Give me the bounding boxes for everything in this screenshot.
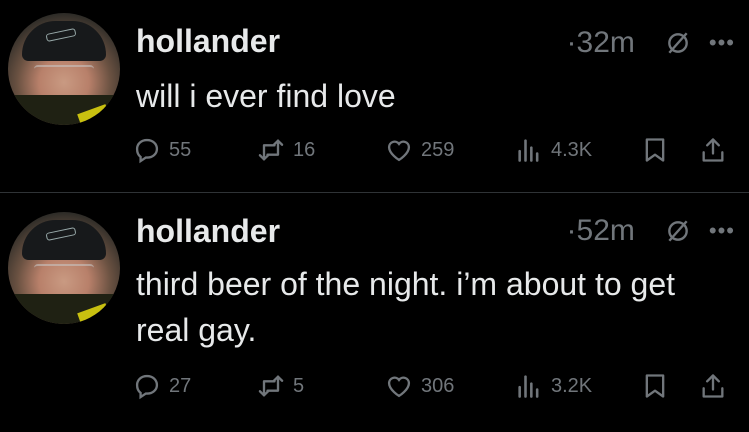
like-count: 306 bbox=[421, 374, 455, 397]
author-name[interactable]: hollander bbox=[136, 23, 280, 60]
tweet-actions: 27 5 306 3.2K bbox=[133, 372, 733, 404]
reply-count: 55 bbox=[169, 138, 192, 161]
like-button[interactable]: 259 bbox=[385, 136, 454, 164]
reply-count: 27 bbox=[169, 374, 192, 397]
author-name[interactable]: hollander bbox=[136, 213, 280, 250]
views-button[interactable]: 4.3K bbox=[515, 136, 592, 164]
views-count: 4.3K bbox=[551, 138, 593, 161]
reply-icon bbox=[135, 374, 159, 400]
grok-icon[interactable] bbox=[665, 218, 691, 244]
like-count: 259 bbox=[421, 138, 455, 161]
like-button[interactable]: 306 bbox=[385, 372, 454, 400]
tweet-text: will i ever find love bbox=[136, 78, 396, 114]
bookmark-button[interactable] bbox=[641, 136, 669, 164]
retweet-count: 16 bbox=[293, 138, 316, 161]
share-icon bbox=[702, 374, 724, 398]
retweet-button[interactable]: 16 bbox=[257, 136, 315, 164]
views-icon bbox=[518, 139, 539, 162]
reply-icon bbox=[135, 138, 159, 164]
retweet-button[interactable]: 5 bbox=[257, 372, 304, 400]
retweet-icon bbox=[258, 375, 284, 397]
reply-button[interactable]: 55 bbox=[133, 136, 191, 164]
tweet-actions: 55 16 259 4.3K bbox=[133, 136, 733, 168]
tweet[interactable]: hollander ·52m ••• third beer of the nig… bbox=[0, 194, 749, 432]
more-icon[interactable]: ••• bbox=[709, 30, 735, 56]
views-button[interactable]: 3.2K bbox=[515, 372, 592, 400]
heart-icon bbox=[387, 376, 411, 398]
retweet-icon bbox=[258, 139, 284, 161]
avatar[interactable] bbox=[8, 13, 120, 125]
reply-button[interactable]: 27 bbox=[133, 372, 191, 400]
avatar[interactable] bbox=[8, 212, 120, 324]
bookmark-icon bbox=[645, 138, 665, 162]
tweet-meta: ·32m ••• bbox=[567, 26, 735, 60]
tweet-text: third beer of the night. i’m about to ge… bbox=[136, 266, 675, 348]
share-icon bbox=[702, 138, 724, 162]
tweet-meta: ·52m ••• bbox=[567, 214, 735, 248]
grok-icon[interactable] bbox=[665, 30, 691, 56]
timestamp[interactable]: ·32m bbox=[567, 26, 635, 60]
bookmark-button[interactable] bbox=[641, 372, 669, 400]
share-button[interactable] bbox=[699, 136, 727, 164]
views-icon bbox=[518, 375, 539, 398]
retweet-count: 5 bbox=[293, 374, 305, 397]
tweet[interactable]: hollander ·32m ••• will i ever find love… bbox=[0, 0, 749, 193]
heart-icon bbox=[387, 140, 411, 162]
timeline-feed: hollander ·32m ••• will i ever find love… bbox=[0, 0, 749, 432]
bookmark-icon bbox=[645, 374, 665, 398]
views-count: 3.2K bbox=[551, 374, 593, 397]
more-icon[interactable]: ••• bbox=[709, 218, 735, 244]
timestamp[interactable]: ·52m bbox=[567, 214, 635, 248]
share-button[interactable] bbox=[699, 372, 727, 400]
